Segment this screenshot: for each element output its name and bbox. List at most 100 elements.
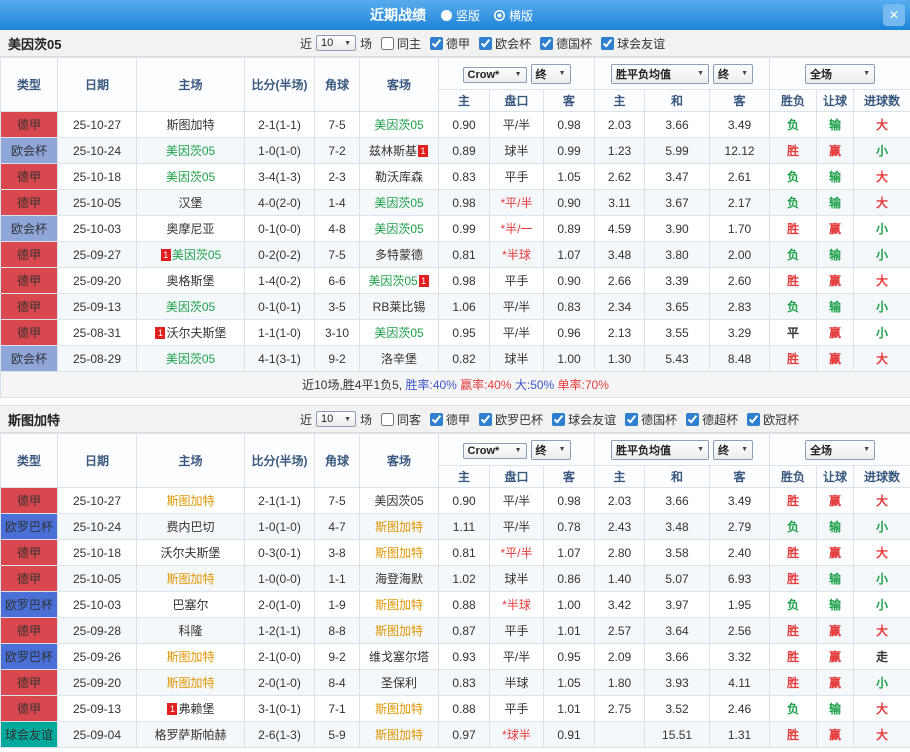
radio-icon	[440, 9, 452, 21]
team-link[interactable]: 美因茨05	[374, 222, 423, 236]
odds-company-select[interactable]: Crow* ▼	[462, 66, 527, 83]
filter-checkbox[interactable]: 同主	[381, 35, 421, 52]
team-link[interactable]: 美因茨05	[172, 248, 221, 262]
filter-checkbox[interactable]: 德超杯	[686, 411, 738, 428]
team-link[interactable]: 斯图加特	[166, 118, 214, 132]
checkbox-input[interactable]	[430, 412, 444, 426]
checkbox-input[interactable]	[430, 36, 444, 50]
checkbox-input[interactable]	[601, 36, 615, 50]
team-link[interactable]: 美因茨05	[374, 494, 423, 508]
team-link[interactable]: 费内巴切	[166, 520, 214, 534]
filter-checkbox[interactable]: 德国杯	[540, 35, 592, 52]
team-link[interactable]: 美因茨05	[166, 170, 215, 184]
match-row: 欧会杯 25-08-29 美因茨05 4-1(3-1) 9-2 洛辛堡 0.82 球半 1.00…	[0, 345, 910, 372]
odds-final-select[interactable]: 终 ▼	[530, 63, 571, 84]
avg-final-select[interactable]: 终 ▼	[713, 439, 754, 460]
team-link[interactable]: 兹林斯基	[369, 144, 417, 158]
filter-checkbox[interactable]: 同客	[381, 411, 421, 428]
filter-checkbox[interactable]: 球会友谊	[552, 411, 616, 428]
team-link[interactable]: 多特蒙德	[375, 248, 423, 262]
subcolumn-header: 进球数	[853, 89, 910, 112]
checkbox-input[interactable]	[747, 412, 761, 426]
team-link[interactable]: 奥摩尼亚	[166, 222, 214, 236]
filter-checkbox[interactable]: 欧会杯	[479, 35, 531, 52]
team-link[interactable]: 巴塞尔	[172, 598, 208, 612]
team-link[interactable]: 美因茨05	[374, 118, 423, 132]
team-link[interactable]: 圣保利	[381, 676, 417, 690]
team-link[interactable]: 沃尔夫斯堡	[160, 546, 220, 560]
team-link[interactable]: RB莱比锡	[373, 300, 426, 314]
column-header: 角球	[314, 433, 360, 488]
avg-select[interactable]: 胜平负均值 ▼	[611, 63, 710, 84]
match-row: 球会友谊 25-09-04 格罗萨斯帕赫 2-6(1-3) 5-9 斯图加特 0.97 *球半…	[0, 721, 910, 748]
checkbox-input[interactable]	[381, 412, 395, 426]
filter-checkbox[interactable]: 德甲	[430, 411, 470, 428]
team-link[interactable]: 弗赖堡	[178, 702, 214, 716]
team-link[interactable]: 奥格斯堡	[166, 274, 214, 288]
avg-final-select[interactable]: 终 ▼	[713, 63, 754, 84]
team-link[interactable]: 科隆	[178, 624, 202, 638]
layout-option-2[interactable]: 横版	[494, 7, 533, 24]
team-link[interactable]: 维戈塞尔塔	[369, 650, 429, 664]
team-link[interactable]: 美因茨05	[166, 144, 215, 158]
home-team-cell: 1 美因茨05	[136, 241, 245, 268]
team-link[interactable]: 斯图加特	[166, 676, 214, 690]
titlebar-radios: 竖版 横版	[434, 7, 540, 24]
odds-company-select[interactable]: Crow* ▼	[462, 442, 527, 459]
filter-checkbox[interactable]: 欧冠杯	[747, 411, 799, 428]
checkbox-input[interactable]	[625, 412, 639, 426]
scope-select[interactable]: 全场 ▼	[805, 63, 876, 84]
near-label: 近	[300, 36, 313, 51]
team-link[interactable]: 斯图加特	[375, 520, 423, 534]
team-link[interactable]: 勒沃库森	[375, 170, 423, 184]
scope-select-group: 全场 ▼	[769, 57, 910, 90]
team-link[interactable]: 美因茨05	[368, 274, 417, 288]
team-link[interactable]: 海登海默	[375, 572, 423, 586]
match-count-select[interactable]: 10 ▼	[316, 35, 357, 51]
avg-home-odds: 4.59	[594, 215, 646, 242]
team-link[interactable]: 美因茨05	[166, 352, 215, 366]
checkbox-input[interactable]	[381, 36, 395, 50]
team-link[interactable]: 斯图加特	[166, 650, 214, 664]
titlebar: 近期战绩 竖版 横版 ✕	[0, 0, 910, 30]
league-badge: 德甲	[0, 539, 58, 566]
team-link[interactable]: 斯图加特	[166, 572, 214, 586]
select-value: 终	[718, 68, 730, 81]
match-row: 欧会杯 25-10-24 美因茨05 1-0(1-0) 7-2 兹林斯基 1 0.89 球半 0.…	[0, 137, 910, 164]
close-button[interactable]: ✕	[883, 4, 905, 26]
checkbox-input[interactable]	[479, 412, 493, 426]
team-link[interactable]: 斯图加特	[375, 546, 423, 560]
team-link[interactable]: 洛辛堡	[381, 352, 417, 366]
team-link[interactable]: 斯图加特	[166, 494, 214, 508]
select-value: 10	[321, 37, 334, 49]
team-link[interactable]: 斯图加特	[375, 598, 423, 612]
filter-checkbox[interactable]: 欧罗巴杯	[479, 411, 543, 428]
checkbox-input[interactable]	[540, 36, 554, 50]
odds-final-select[interactable]: 终 ▼	[530, 439, 571, 460]
match-count-select[interactable]: 10 ▼	[316, 411, 357, 427]
team-link[interactable]: 美因茨05	[374, 326, 423, 340]
filter-checkbox[interactable]: 德国杯	[625, 411, 677, 428]
checkbox-label: 德甲	[446, 36, 471, 51]
filter-checkbox[interactable]: 球会友谊	[601, 35, 665, 52]
team-link[interactable]: 美因茨05	[166, 300, 215, 314]
corners: 9-2	[314, 643, 360, 670]
handicap-line: 平/半	[489, 319, 544, 346]
team-link[interactable]: 美因茨05	[374, 196, 423, 210]
checkbox-input[interactable]	[552, 412, 566, 426]
away-odds: 0.78	[542, 513, 596, 540]
layout-option-1[interactable]: 竖版	[440, 7, 480, 24]
checkbox-input[interactable]	[686, 412, 700, 426]
checkbox-input[interactable]	[479, 36, 493, 50]
team-link[interactable]: 斯图加特	[375, 624, 423, 638]
scope-select[interactable]: 全场 ▼	[805, 439, 876, 460]
avg-select[interactable]: 胜平负均值 ▼	[611, 439, 710, 460]
filter-checkbox[interactable]: 德甲	[430, 35, 470, 52]
team-link[interactable]: 汉堡	[178, 196, 202, 210]
team-link[interactable]: 沃尔夫斯堡	[166, 326, 226, 340]
team-link[interactable]: 斯图加特	[375, 702, 423, 716]
match-date: 25-08-29	[57, 345, 137, 372]
home-team-cell: 格罗萨斯帕赫	[136, 721, 245, 748]
team-link[interactable]: 斯图加特	[375, 728, 423, 742]
team-link[interactable]: 格罗萨斯帕赫	[154, 728, 226, 742]
